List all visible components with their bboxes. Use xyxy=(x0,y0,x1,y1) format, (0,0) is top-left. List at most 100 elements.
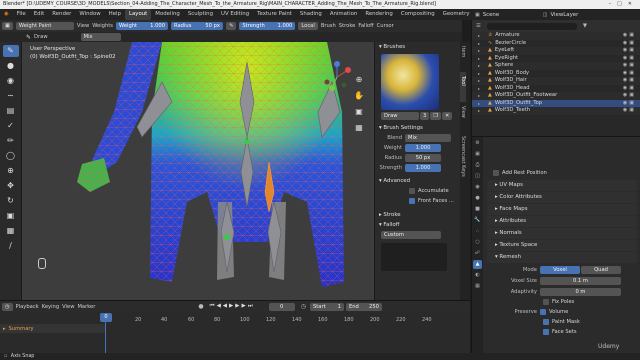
section-uv-maps[interactable]: ▸ UV Maps xyxy=(487,180,637,191)
stroke-header[interactable]: ▸ Stroke xyxy=(375,210,460,220)
tab-rendering[interactable]: Rendering xyxy=(361,9,397,20)
editor-type-icon[interactable]: ▣ xyxy=(2,22,13,30)
visibility-icon[interactable]: ◉▣ xyxy=(623,32,636,40)
outliner-row[interactable]: ▸ ▲ Wolf3D_Outfit_Top ◉▣ xyxy=(472,99,640,107)
modifier-properties-icon[interactable]: 🔧 xyxy=(473,216,482,225)
strength-field[interactable]: Strength 1.000 xyxy=(239,22,296,30)
blend-dropdown[interactable]: Mix xyxy=(405,134,451,142)
tab-sculpting[interactable]: Sculpting xyxy=(184,9,217,20)
menu-window[interactable]: Window xyxy=(75,9,104,20)
menu-help[interactable]: Help xyxy=(105,9,125,20)
3d-viewport[interactable] xyxy=(22,42,374,300)
brush-preview[interactable] xyxy=(381,54,439,110)
gradient-tool-icon[interactable]: ▤ xyxy=(3,105,19,117)
front-faces-checkbox[interactable] xyxy=(409,198,415,204)
falloff-preset-dropdown[interactable]: Custom xyxy=(381,231,441,239)
constraints-properties-icon[interactable]: ☍ xyxy=(473,249,482,258)
menu-marker[interactable]: Marker xyxy=(77,304,95,310)
tab-screencast-keys[interactable]: Screencast Keys xyxy=(460,132,466,192)
tab-compositing[interactable]: Compositing xyxy=(397,9,439,20)
playback-controls[interactable]: ⏮◀◀▶▶▶⏭ xyxy=(210,303,255,310)
tab-item[interactable]: Item xyxy=(460,42,466,72)
outliner-row[interactable]: ▸ ▲ EyeLeft ◉▣ xyxy=(472,47,640,55)
tab-tool[interactable]: Tool xyxy=(460,72,466,102)
camera-icon[interactable]: ▣ xyxy=(350,107,368,123)
menu-file[interactable]: File xyxy=(13,9,30,20)
annotate-tool-icon[interactable]: ✏ xyxy=(3,135,19,147)
remesh-mode-voxel[interactable]: Voxel xyxy=(540,265,580,274)
filter-icon[interactable]: ▼ xyxy=(583,23,587,29)
render-properties-icon[interactable]: ▣ xyxy=(473,150,482,159)
tab-view[interactable]: View xyxy=(460,102,466,132)
radius-field[interactable]: Radius 50 px xyxy=(171,22,223,30)
outliner-row[interactable]: ▸ ▲ Wolf3D_Head ◉▣ xyxy=(472,85,640,93)
menu-keying[interactable]: Keying xyxy=(42,304,59,310)
outliner-row[interactable]: ▸ ▲ Wolf3D_Body ◉▣ xyxy=(472,70,640,78)
visibility-icon[interactable]: ◉▣ xyxy=(623,40,636,48)
expand-icon[interactable]: ▸ xyxy=(478,47,480,55)
tool-draw-label[interactable]: Draw xyxy=(34,34,48,40)
pen-pressure-icon[interactable]: ✎ xyxy=(226,22,237,30)
visibility-icon[interactable]: ◉▣ xyxy=(623,92,636,100)
tool-properties-icon[interactable]: ⚙ xyxy=(473,139,482,148)
scale-tool-icon[interactable]: ▣ xyxy=(3,210,19,222)
world-properties-icon[interactable]: ● xyxy=(473,194,482,203)
expand-icon[interactable]: ▸ xyxy=(478,77,480,85)
visibility-icon[interactable]: ◉▣ xyxy=(623,77,636,85)
expand-icon[interactable]: ▸ xyxy=(478,107,480,115)
menu-cursor[interactable]: Cursor xyxy=(377,23,394,29)
timeline-editor-icon[interactable]: ◷ xyxy=(2,302,13,311)
end-frame-field[interactable]: End 250 xyxy=(345,302,382,311)
delete-brush-icon[interactable]: ✕ xyxy=(441,112,453,120)
section-attributes[interactable]: ▸ Attributes xyxy=(487,216,637,227)
blend-mode-selector[interactable]: Mix xyxy=(80,33,121,41)
tab-shading[interactable]: Shading xyxy=(296,9,326,20)
menu-weights[interactable]: Weights xyxy=(92,23,113,29)
outliner-search-field[interactable] xyxy=(486,22,577,30)
current-frame-field[interactable]: 0 xyxy=(268,302,295,311)
tab-animation[interactable]: Animation xyxy=(326,9,361,20)
outliner-editor-icon[interactable]: ☰ xyxy=(476,23,481,29)
brush-name-field[interactable]: Draw xyxy=(381,112,419,120)
expand-icon[interactable]: ▸ xyxy=(478,62,480,70)
tab-texture-paint[interactable]: Texture Paint xyxy=(253,9,296,20)
strength-slider[interactable]: 1.000 xyxy=(405,164,441,172)
remesh-mode-quad[interactable]: Quad xyxy=(581,265,621,274)
select-circle-icon[interactable]: ◯ xyxy=(3,150,19,162)
section-face-maps[interactable]: ▸ Face Maps xyxy=(487,204,637,215)
visibility-icon[interactable]: ◉▣ xyxy=(623,107,636,115)
expand-icon[interactable]: ▸ xyxy=(478,32,480,40)
paint-mask-checkbox[interactable] xyxy=(543,319,549,325)
expand-icon[interactable]: ▸ xyxy=(478,85,480,93)
face-sets-checkbox[interactable] xyxy=(543,329,549,335)
expand-icon[interactable]: ▸ xyxy=(478,40,480,48)
view-layer-selector[interactable]: ViewLayer xyxy=(550,12,578,18)
expand-icon[interactable]: ▸ xyxy=(478,70,480,78)
outliner-row[interactable]: ▸ ✰ Armature ◉▣ xyxy=(472,32,640,40)
view-layer-properties-icon[interactable]: ◫ xyxy=(473,172,482,181)
menu-stroke[interactable]: Stroke xyxy=(339,23,356,29)
record-icon[interactable]: ● xyxy=(198,303,203,310)
expand-icon[interactable]: ▸ xyxy=(478,55,480,63)
pan-hand-icon[interactable]: ✋ xyxy=(350,91,368,107)
material-properties-icon[interactable]: ◐ xyxy=(473,271,482,280)
visibility-icon[interactable]: ◉▣ xyxy=(623,70,636,78)
add-rest-position-checkbox[interactable] xyxy=(493,170,499,176)
outliner-row[interactable]: ▸ ▲ EyeRight ◉▣ xyxy=(472,55,640,63)
falloff-curve[interactable] xyxy=(381,243,447,271)
mode-selector[interactable]: Weight Paint xyxy=(15,22,74,30)
adaptivity-field[interactable]: 0 m xyxy=(540,287,621,296)
timeline-summary[interactable]: ▸ Summary xyxy=(0,324,105,333)
menu-view[interactable]: View xyxy=(77,23,89,29)
draw-tool-icon[interactable]: ✎ xyxy=(2,45,19,57)
mesh-data-properties-icon[interactable]: ▲ xyxy=(473,260,482,269)
average-tool-icon[interactable]: ◉ xyxy=(3,75,19,87)
outliner-row[interactable]: ▸ ▲ Wolf3D_Outfit_Footwear ◉▣ xyxy=(472,92,640,100)
radius-slider[interactable]: 50 px xyxy=(405,154,441,162)
voxel-size-field[interactable]: 0.1 m xyxy=(540,276,621,285)
fix-poles-checkbox[interactable] xyxy=(543,299,549,305)
orientation-selector[interactable]: Local xyxy=(298,22,318,30)
visibility-icon[interactable]: ◉▣ xyxy=(623,62,636,70)
smear-tool-icon[interactable]: ∼ xyxy=(3,90,19,102)
measure-tool-icon[interactable]: ∕ xyxy=(3,240,19,252)
